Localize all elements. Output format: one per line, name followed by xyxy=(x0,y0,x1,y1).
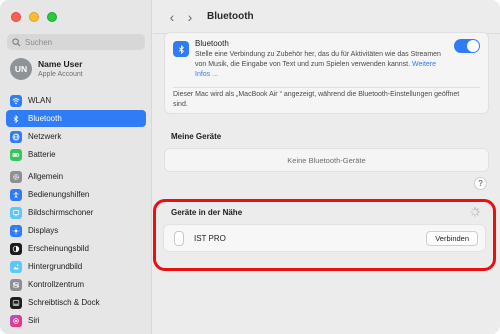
globe-icon xyxy=(10,130,22,143)
bluetooth-card: Bluetooth Stelle eine Verbindung zu Zube… xyxy=(164,32,489,114)
account-item[interactable]: UN Name User Apple Account xyxy=(10,58,83,80)
sidebar-item-bluetooth[interactable]: Bluetooth xyxy=(6,110,146,127)
forward-button[interactable]: › xyxy=(181,10,199,24)
sidebar-item-allgemein[interactable]: Allgemein xyxy=(6,168,146,185)
sidebar-item-label: Netzwerk xyxy=(28,132,62,141)
toolbar: ‹ › Bluetooth xyxy=(153,0,500,34)
sidebar-item-netzwerk[interactable]: Netzwerk xyxy=(6,128,146,145)
control-center-icon xyxy=(10,278,22,291)
bluetooth-description-text: Stelle eine Verbindung zu Zubehör her, d… xyxy=(195,51,441,68)
sidebar-item-kontrollzentrum[interactable]: Kontrollzentrum xyxy=(6,276,146,293)
sidebar-item-label: Siri xyxy=(28,316,40,325)
device-row: IST PRO Verbinden xyxy=(163,224,486,252)
sidebar-item-label: Displays xyxy=(28,226,59,235)
bluetooth-visibility-note: Dieser Mac wird als „MacBook Air “ angez… xyxy=(173,91,460,108)
divider xyxy=(173,87,480,88)
fullscreen-button[interactable] xyxy=(47,12,57,22)
search-placeholder: Suchen xyxy=(25,37,53,47)
siri-icon xyxy=(10,314,22,327)
sidebar-item-label: Bildschirmschoner xyxy=(28,208,94,217)
system-settings-window: Suchen UN Name User Apple Account WLAN B… xyxy=(0,0,500,334)
sidebar-item-displays[interactable]: Displays xyxy=(6,222,146,239)
close-button[interactable] xyxy=(11,12,21,22)
battery-icon xyxy=(10,148,22,161)
bluetooth-icon xyxy=(173,41,189,57)
spinner-icon xyxy=(470,207,480,217)
appearance-icon xyxy=(10,242,22,255)
sidebar-item-wlan[interactable]: WLAN xyxy=(6,92,146,109)
my-devices-header: Meine Geräte xyxy=(171,132,222,141)
sidebar-item-label: Kontrollzentrum xyxy=(28,280,85,289)
sidebar-item-schreibtisch-dock[interactable]: Schreibtisch & Dock xyxy=(6,294,146,311)
sidebar-item-bedienungshilfen[interactable]: Bedienungshilfen xyxy=(6,186,146,203)
empty-devices-text: Keine Bluetooth-Geräte xyxy=(287,155,366,165)
window-controls xyxy=(11,12,57,22)
sidebar-group-connectivity: WLAN Bluetooth Netzwerk Batterie xyxy=(6,92,146,164)
dock-icon xyxy=(10,296,22,309)
minimize-button[interactable] xyxy=(29,12,39,22)
sidebar-group-system: Allgemein Bedienungshilfen Bildschirmsch… xyxy=(6,168,146,330)
sun-icon xyxy=(10,224,22,237)
bluetooth-title: Bluetooth xyxy=(195,39,229,48)
wallpaper-icon xyxy=(10,260,22,273)
sidebar-item-bildschirmschoner[interactable]: Bildschirmschoner xyxy=(6,204,146,221)
earbuds-icon xyxy=(174,231,184,246)
sidebar: Suchen UN Name User Apple Account WLAN B… xyxy=(0,0,152,334)
connect-button[interactable]: Verbinden xyxy=(426,231,478,246)
sidebar-item-label: Bedienungshilfen xyxy=(28,190,90,199)
sidebar-item-siri[interactable]: Siri xyxy=(6,312,146,329)
account-name: Name User xyxy=(38,59,83,69)
page-title: Bluetooth xyxy=(207,11,254,22)
my-devices-list: Keine Bluetooth-Geräte xyxy=(164,148,489,172)
accessibility-icon xyxy=(10,188,22,201)
sidebar-item-erscheinungsbild[interactable]: Erscheinungsbild xyxy=(6,240,146,257)
bluetooth-icon xyxy=(10,112,22,125)
device-name: IST PRO xyxy=(194,234,226,243)
sidebar-item-hintergrundbild[interactable]: Hintergrundbild xyxy=(6,258,146,275)
sidebar-item-label: Hintergrundbild xyxy=(28,262,83,271)
sidebar-item-label: Schreibtisch & Dock xyxy=(28,298,100,307)
search-input[interactable]: Suchen xyxy=(7,34,145,50)
account-subtitle: Apple Account xyxy=(38,71,83,78)
sidebar-item-label: Allgemein xyxy=(28,172,64,181)
avatar: UN xyxy=(10,58,32,80)
sidebar-item-label: Batterie xyxy=(28,150,56,159)
search-icon xyxy=(12,37,21,46)
bluetooth-toggle[interactable] xyxy=(454,39,480,53)
screensaver-icon xyxy=(10,206,22,219)
bluetooth-description: Stelle eine Verbindung zu Zubehör her, d… xyxy=(195,50,447,80)
back-button[interactable]: ‹ xyxy=(163,10,181,24)
sidebar-item-batterie[interactable]: Batterie xyxy=(6,146,146,163)
sidebar-item-label: WLAN xyxy=(28,96,52,105)
gear-icon xyxy=(10,170,22,183)
sidebar-item-label: Bluetooth xyxy=(28,114,62,123)
nearby-devices-header: Geräte in der Nähe xyxy=(171,208,243,217)
sidebar-item-label: Erscheinungsbild xyxy=(28,244,89,253)
help-button[interactable]: ? xyxy=(474,177,487,190)
toggle-knob xyxy=(467,40,479,52)
wifi-icon xyxy=(10,94,22,107)
